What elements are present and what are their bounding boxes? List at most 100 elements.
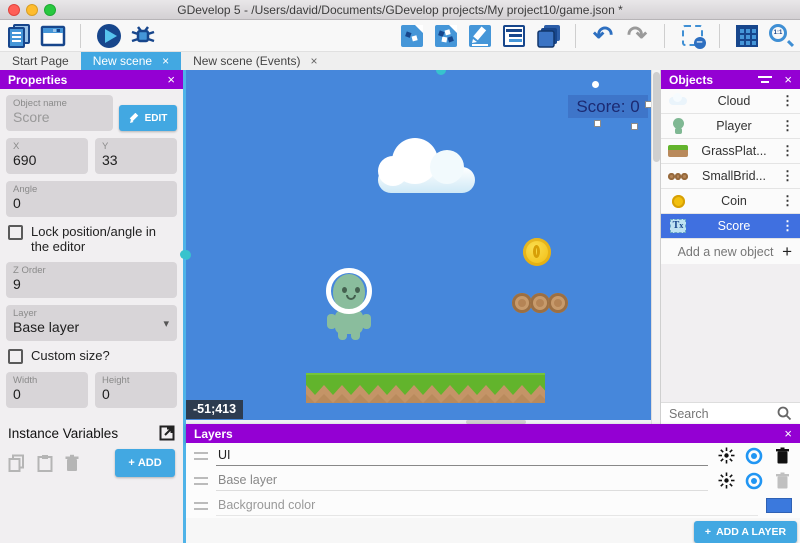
tab-new-scene-events[interactable]: New scene (Events) × (181, 52, 329, 70)
project-manager-icon[interactable] (6, 23, 32, 49)
close-layers-icon[interactable]: × (784, 426, 792, 441)
tab-start-page[interactable]: Start Page (0, 52, 81, 70)
layers-panel-title: Layers (194, 427, 233, 441)
checkbox-icon[interactable] (8, 349, 23, 364)
close-objects-icon[interactable]: × (784, 72, 792, 87)
cloud-instance[interactable] (378, 138, 475, 193)
object-menu-icon[interactable]: ⋮ (779, 118, 796, 134)
zoom-ratio-icon[interactable]: 1:1 (768, 23, 794, 49)
layer-row-background-color[interactable]: Background color (186, 493, 800, 518)
objects-panel: Objects × Cloud ⋮ Player ⋮ GrassPlat... … (660, 70, 800, 424)
drag-handle-icon[interactable] (194, 502, 208, 510)
cursor-coordinates-badge: -51;413 (186, 400, 243, 419)
search-icon (777, 406, 792, 421)
events-editor-icon[interactable] (501, 23, 527, 49)
object-row-score[interactable]: Tx Score ⋮ (661, 214, 800, 239)
layer-select[interactable]: Layer Base layer ▾ (6, 305, 177, 341)
drag-handle-icon[interactable] (194, 452, 208, 460)
object-groups-icon[interactable] (433, 23, 459, 49)
filter-icon[interactable] (758, 75, 772, 84)
player-instance[interactable] (318, 268, 380, 340)
open-in-new-icon[interactable] (159, 425, 175, 441)
height-field[interactable]: Height 0 (95, 372, 177, 408)
close-window-button[interactable] (8, 4, 20, 16)
object-name-field[interactable]: Object name Score (6, 95, 113, 131)
layer-effects-icon[interactable] (716, 472, 736, 489)
splitter-knob-icon[interactable] (436, 70, 446, 75)
delete-icon[interactable] (64, 454, 80, 472)
start-page-icon[interactable] (40, 23, 66, 49)
delete-layer-icon[interactable] (772, 447, 792, 464)
tab-bar: Start Page New scene × New scene (Events… (0, 52, 800, 70)
z-order-field[interactable]: Z Order 9 (6, 262, 177, 298)
object-row-grassplatform[interactable]: GrassPlat... ⋮ (661, 139, 800, 164)
checkbox-icon[interactable] (8, 225, 23, 240)
lock-position-checkbox[interactable]: Lock position/angle in the editor (8, 224, 175, 254)
splitter-knob-icon[interactable] (186, 250, 191, 260)
grid-icon[interactable] (734, 23, 760, 49)
object-row-coin[interactable]: Coin ⋮ (661, 189, 800, 214)
object-menu-icon[interactable]: ⋮ (779, 193, 796, 209)
close-tab-icon[interactable]: × (162, 54, 169, 68)
grass-platform-instance[interactable] (306, 373, 545, 403)
layer-visibility-icon[interactable] (744, 447, 764, 465)
score-text-instance[interactable]: Score: 0 (568, 95, 648, 118)
angle-field[interactable]: Angle 0 (6, 181, 177, 217)
layers-toolbar-icon[interactable] (535, 23, 561, 49)
objects-search-input[interactable] (669, 407, 771, 421)
tab-new-scene[interactable]: New scene × (81, 52, 181, 70)
drag-handle-icon[interactable] (194, 477, 208, 485)
play-preview-icon[interactable] (95, 23, 121, 49)
coin-instance[interactable] (523, 238, 551, 266)
canvas-vertical-scrollbar[interactable] (651, 70, 660, 424)
small-bridge-instance[interactable] (512, 292, 568, 315)
custom-size-checkbox[interactable]: Custom size? (8, 348, 175, 364)
copy-icon[interactable] (8, 454, 26, 472)
add-layer-button[interactable]: + ADD A LAYER (694, 521, 797, 543)
width-field[interactable]: Width 0 (6, 372, 88, 408)
add-variable-button[interactable]: + ADD (115, 449, 175, 477)
main-toolbar: ↶ ↷ – 1:1 (0, 20, 800, 52)
plus-icon: + (782, 242, 792, 262)
minimize-window-button[interactable] (26, 4, 38, 16)
y-position-field[interactable]: Y 33 (95, 138, 177, 174)
object-menu-icon[interactable]: ⋮ (779, 93, 796, 109)
selection-handle[interactable] (631, 123, 638, 130)
object-menu-icon[interactable]: ⋮ (779, 168, 796, 184)
selection-handle[interactable] (592, 81, 599, 88)
background-color-swatch[interactable] (766, 498, 792, 513)
layer-name-input[interactable]: UI (216, 446, 708, 466)
close-properties-icon[interactable]: × (167, 72, 175, 87)
object-row-player[interactable]: Player ⋮ (661, 114, 800, 139)
grass-platform-thumbnail (667, 142, 689, 160)
background-color-label: Background color (216, 496, 758, 516)
close-tab-icon[interactable]: × (310, 54, 317, 68)
chevron-down-icon: ▾ (163, 317, 169, 330)
objects-search[interactable] (661, 402, 800, 424)
layer-visibility-icon[interactable] (744, 472, 764, 490)
objects-editor-icon[interactable] (399, 23, 425, 49)
layer-row-ui[interactable]: UI (186, 443, 800, 468)
scene-canvas[interactable]: Score: 0 (186, 70, 651, 420)
scene-properties-icon[interactable] (467, 23, 493, 49)
object-menu-icon[interactable]: ⋮ (779, 143, 796, 159)
small-bridge-thumbnail (667, 167, 689, 185)
edit-object-button[interactable]: EDIT (119, 105, 177, 131)
paste-icon[interactable] (36, 454, 54, 472)
layer-row-base[interactable]: Base layer (186, 468, 800, 493)
layer-effects-icon[interactable] (716, 447, 736, 464)
debug-icon[interactable] (129, 23, 155, 49)
undo-icon[interactable]: ↶ (590, 23, 616, 49)
selection-handle[interactable] (594, 120, 601, 127)
x-position-field[interactable]: X 690 (6, 138, 88, 174)
window-title: GDevelop 5 - /Users/david/Documents/GDev… (0, 3, 800, 17)
redo-icon[interactable]: ↷ (624, 23, 650, 49)
zoom-window-button[interactable] (44, 4, 56, 16)
object-row-smallbridge[interactable]: SmallBrid... ⋮ (661, 164, 800, 189)
deselect-instances-icon[interactable]: – (679, 23, 705, 49)
layer-name[interactable]: Base layer (216, 471, 708, 491)
object-row-cloud[interactable]: Cloud ⋮ (661, 89, 800, 114)
delete-layer-icon[interactable] (772, 472, 792, 489)
add-new-object-button[interactable]: Add a new object + (661, 239, 800, 264)
object-menu-icon[interactable]: ⋮ (779, 218, 796, 234)
